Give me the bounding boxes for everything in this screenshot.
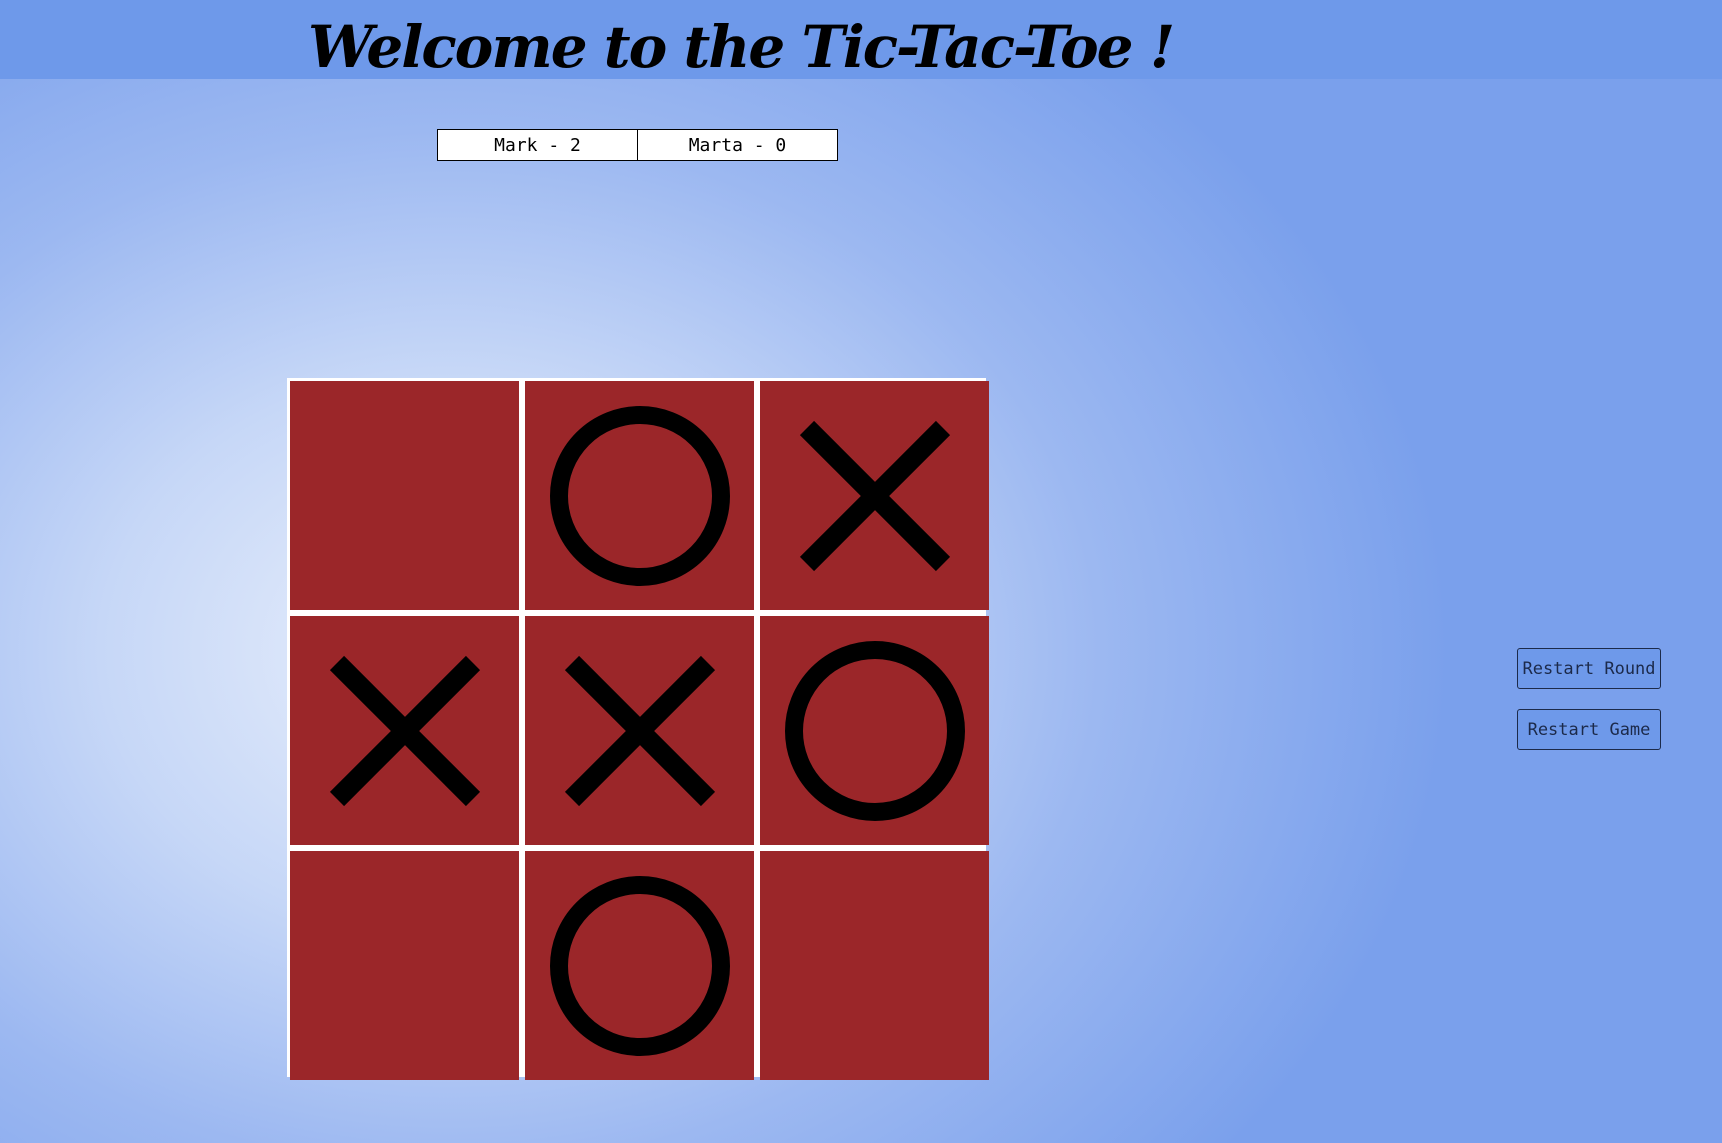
board-cell[interactable]: [525, 851, 754, 1080]
board-cell[interactable]: [760, 381, 989, 610]
header-bar: Welcome to the Tic-Tac-Toe !: [0, 0, 1722, 81]
page-title: Welcome to the Tic-Tac-Toe !: [308, 13, 1175, 81]
board-cell[interactable]: [760, 616, 989, 845]
board-cell[interactable]: [290, 851, 519, 1080]
game-controls: Restart Round Restart Game: [1517, 648, 1661, 770]
scoreboard: Mark - 2 Marta - 0: [437, 129, 838, 161]
board-cell[interactable]: [760, 851, 989, 1080]
o-mark-icon: [549, 405, 730, 586]
x-mark-icon: [315, 641, 495, 821]
restart-round-button[interactable]: Restart Round: [1517, 648, 1661, 689]
board-cell[interactable]: [525, 616, 754, 845]
board-cell[interactable]: [290, 616, 519, 845]
game-board: [287, 378, 989, 1080]
player-score-marta: Marta - 0: [637, 130, 837, 160]
o-mark-icon: [549, 875, 730, 1056]
restart-game-button[interactable]: Restart Game: [1517, 709, 1661, 750]
x-mark-icon: [550, 641, 730, 821]
x-mark-icon: [785, 406, 965, 586]
o-mark-icon: [784, 640, 965, 821]
player-score-mark: Mark - 2: [494, 134, 581, 156]
board-cell[interactable]: [290, 381, 519, 610]
board-cell[interactable]: [525, 381, 754, 610]
